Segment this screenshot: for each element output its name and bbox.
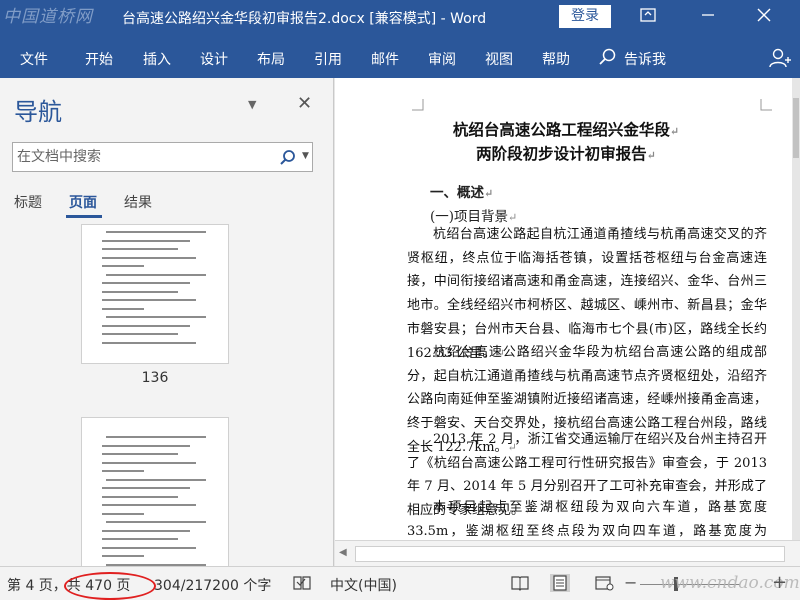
document-title-line2: 两阶段初步设计初审报告↵ [476,144,656,163]
proofing-book-icon[interactable] [292,574,312,592]
horizontal-scrollbar[interactable]: ◀ [335,540,800,566]
thumbnail-text-line [106,316,206,318]
thumbnail-text-line [102,495,178,498]
thumbnail-text-line [102,470,144,472]
thumbnail-text-line [102,504,196,506]
thumbnail-text-line [106,521,206,523]
margin-corner-mark [760,99,772,111]
thumbnail-text-line [106,478,206,481]
print-layout-icon[interactable] [550,574,570,592]
chevron-down-icon[interactable]: ▼ [302,151,309,161]
thumbnail-text-line [102,333,178,335]
red-circle-annotation [64,572,156,600]
zoom-out-icon[interactable]: − [624,573,637,592]
thumbnail-text-line [102,239,190,242]
nav-tab-results[interactable]: 结果 [124,192,152,212]
document-page[interactable]: 杭绍台高速公路工程绍兴金华段↵ 两阶段初步设计初审报告↵ 一、概述↵ (一)项目… [335,78,797,540]
tab-insert[interactable]: 插入 [143,49,171,69]
thumbnail-text-line [102,307,144,310]
nav-options-dropdown-icon[interactable]: ▼ [248,98,256,111]
scrollbar-thumb[interactable] [793,98,799,158]
nav-tab-headings[interactable]: 标题 [14,192,42,212]
thumbnail-text-line [106,273,206,276]
thumbnail-text-line [102,248,178,250]
read-mode-icon[interactable] [510,574,530,592]
tell-me-box[interactable]: 告诉我 [624,49,666,69]
login-button[interactable]: 登录 [559,5,611,28]
thumbnail-text-line [102,512,144,515]
status-bar: 第 4 页，共 470 页 304/217200 个字 中文(中国) − www… [0,566,800,600]
tab-review[interactable]: 审阅 [428,49,456,69]
tab-layout[interactable]: 布局 [257,49,285,69]
ribbon-tabs: 文件 开始 插入 设计 布局 引用 邮件 审阅 视图 帮助 告诉我 [0,34,800,78]
navigation-pane: 导航 ▼ ✕ ▼ 标题 页面 结果 136 [0,78,334,566]
thumbnail-text-line [102,555,144,557]
margin-corner-mark [412,99,424,111]
thumbnail-text-line [102,324,190,327]
thumbnail-text-line [106,436,206,438]
thumbnail-text-line [102,256,196,259]
nav-search-box[interactable]: ▼ [12,142,313,172]
language-status[interactable]: 中文(中国) [330,575,397,595]
document-title-line1: 杭绍台高速公路工程绍兴金华段↵ [452,120,680,139]
tab-mailings[interactable]: 邮件 [371,49,399,69]
window-title: 台高速公路绍兴金华段初审报告2.docx [兼容模式] - Word [122,11,487,27]
paragraph: 本项目起点至鉴湖枢纽段为双向六车道，路基宽度 33.5m，鉴湖枢纽至终点段为双向… [407,500,767,539]
scrollbar-track[interactable] [355,546,785,562]
tab-references[interactable]: 引用 [314,49,342,69]
active-tab-indicator [66,215,102,218]
thumbnail-text-line [102,265,144,267]
nav-tab-pages[interactable]: 页面 [69,192,97,212]
thumbnail-text-line [102,461,196,464]
thumbnail-text-line [102,453,178,455]
thumbnail-text-line [102,487,190,489]
page-thumbnails: 136 [0,224,334,566]
watermark-logo: 中国道桥网 [3,7,93,27]
ribbon-display-options-icon[interactable] [628,4,668,30]
page-thumbnail[interactable] [81,224,229,364]
thumbnail-text-line [106,231,206,233]
thumbnail-text-line [102,299,196,301]
nav-pane-title: 导航 [14,98,62,126]
thumbnail-text-line [102,444,190,447]
thumbnail-text-line [102,529,190,532]
section-heading: 一、概述↵ [430,185,494,201]
tab-home[interactable]: 开始 [85,49,113,69]
tab-help[interactable]: 帮助 [542,49,570,69]
search-icon[interactable] [279,149,297,167]
tab-file[interactable]: 文件 [20,49,48,69]
thumbnail-text-line [102,341,196,344]
scroll-left-arrow-icon[interactable]: ◀ [339,547,347,558]
sub-heading: (一)项目背景↵ [430,209,518,225]
vertical-scrollbar[interactable] [792,78,800,540]
page-thumbnail[interactable] [81,417,229,566]
close-window-icon[interactable] [744,4,784,30]
thumbnail-text-line [102,546,196,549]
close-icon[interactable]: ✕ [297,93,312,114]
document-area: 杭绍台高速公路工程绍兴金华段↵ 两阶段初步设计初审报告↵ 一、概述↵ (一)项目… [335,78,800,566]
minimize-icon[interactable] [688,4,728,30]
thumbnail-text-line [102,290,178,293]
zoom-in-icon[interactable]: + [772,572,787,593]
word-count-status[interactable]: 304/217200 个字 [154,575,271,595]
lightbulb-search-icon[interactable] [598,47,618,67]
tab-view[interactable]: 视图 [485,49,513,69]
search-input[interactable] [13,143,273,171]
thumbnail-text-line [102,538,178,540]
title-bar: 中国道桥网 台高速公路绍兴金华段初审报告2.docx [兼容模式] - Word… [0,0,800,34]
share-user-icon[interactable] [768,47,792,69]
web-layout-icon[interactable] [594,574,614,592]
page-thumbnail-number: 136 [141,370,169,386]
tab-design[interactable]: 设计 [200,49,228,69]
thumbnail-text-line [102,282,190,284]
